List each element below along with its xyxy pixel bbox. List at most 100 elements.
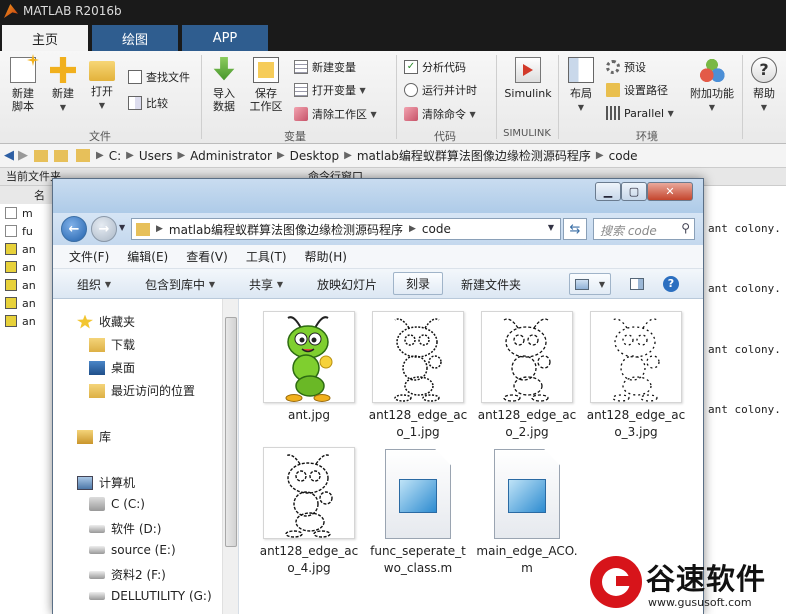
nav-drive-d[interactable]: 软件 (D:) [89,520,161,537]
menu-view[interactable]: 查看(V) [186,248,228,265]
tab-plots[interactable]: 绘图 [92,25,178,51]
file-item[interactable]: func_seperate_two_class.m [366,449,470,577]
menu-file[interactable]: 文件(F) [69,248,109,265]
path-segment[interactable]: code [609,149,638,163]
slideshow-button[interactable]: 放映幻灯片 [317,276,377,293]
new-variable-button[interactable]: 新建变量 [294,59,356,75]
nav-drive-c[interactable]: C (C:) [89,497,145,511]
help-button[interactable]: ? 帮助 ▼ [748,57,780,114]
burn-button[interactable]: 刻录 [393,272,443,295]
back-arrow-icon[interactable]: ◀ [4,148,14,163]
tab-apps[interactable]: APP [182,25,268,51]
simulink-button[interactable]: Simulink [502,57,554,100]
edge-sketch-icon [285,454,333,538]
new-script-button[interactable]: 新建 脚本 [4,54,42,113]
chevron-down-icon: ▼ [760,103,768,112]
view-options-button[interactable]: ▼ [569,273,611,295]
path-segment[interactable]: Users [139,149,173,163]
nav-drive-e[interactable]: source (E:) [89,543,176,557]
addons-cubes-icon [699,57,725,83]
nav-downloads[interactable]: 下载 [89,336,135,353]
help-button[interactable]: ? [659,273,683,295]
open-button[interactable]: 打开 ▼ [86,57,118,112]
compare-button[interactable]: 比较 [128,95,168,111]
forward-arrow-icon[interactable]: ▶ [18,148,28,163]
command-window-output[interactable]: ant colony. ant colony. ant colony. ant … [700,186,786,614]
explorer-window: ▁ ▢ ✕ ← → ▼ ▶ matlab编程蚁群算法图像边缘检测源码程序 ▶ c… [52,178,704,614]
group-label-file: 文件 [89,130,111,143]
path-segment[interactable]: Administrator [190,149,272,163]
edge-image-thumbnail [263,447,355,539]
search-input[interactable]: 搜索 code ⚲ [593,218,695,240]
explorer-title-bar[interactable]: ▁ ▢ ✕ [53,179,703,213]
refresh-button[interactable]: ⇆ [563,218,587,240]
forward-button[interactable]: → [91,216,117,242]
file-item[interactable]: main_edge_ACO.m [475,449,579,577]
parallel-button[interactable]: Parallel ▼ [606,106,674,120]
clear-workspace-button[interactable]: 清除工作区 ▼ [294,106,377,122]
minimize-button[interactable]: ▁ [595,182,621,201]
scrollbar-thumb[interactable] [225,317,237,547]
tab-home[interactable]: 主页 [2,25,88,51]
clear-commands-button[interactable]: 清除命令 ▼ [404,106,476,122]
path-segment[interactable]: C: [109,149,121,163]
nav-drive-g[interactable]: DELLUTILITY (G:) [89,589,212,603]
path-segment[interactable]: Desktop [290,149,340,163]
list-item[interactable]: an [0,276,60,294]
path-separator-icon: ▶ [276,150,285,161]
explorer-address-bar[interactable]: ▶ matlab编程蚁群算法图像边缘检测源码程序 ▶ code ▼ [131,218,561,240]
preview-pane-button[interactable] [625,273,649,295]
list-item[interactable]: fu [0,222,60,240]
maximize-button[interactable]: ▢ [621,182,647,201]
share-button[interactable]: 共享 ▼ [249,276,283,293]
layout-icon [568,57,594,83]
file-item[interactable]: ant128_edge_aco_1.jpg [366,311,470,441]
include-in-library-button[interactable]: 包含到库中 ▼ [145,276,215,293]
new-folder-button[interactable]: 新建文件夹 [461,276,521,293]
nav-favorites[interactable]: 收藏夹 [77,313,135,330]
browse-folder-icon[interactable] [54,149,68,162]
new-button[interactable]: 新建 ▼ [46,57,80,114]
name-column-header[interactable]: 名 [0,186,60,204]
import-data-button[interactable]: 导入 数据 [206,57,242,113]
ribbon-divider [742,55,743,139]
nav-recent-places[interactable]: 最近访问的位置 [89,382,195,399]
path-segment[interactable]: matlab编程蚁群算法图像边缘检测源码程序 [357,147,591,164]
layout-button[interactable]: 布局 ▼ [564,57,598,114]
nav-computer[interactable]: 计算机 [77,474,135,491]
list-item[interactable]: m [0,204,60,222]
save-workspace-button[interactable]: 保存 工作区 [246,57,286,113]
recent-pages-chevron-icon[interactable]: ▼ [119,223,125,232]
open-variable-button[interactable]: 打开变量 ▼ [294,82,366,98]
current-folder-address-bar[interactable]: ◀ ▶ ▶ C: ▶ Users ▶ Administrator ▶ Deskt… [0,144,786,168]
nav-libraries[interactable]: 库 [77,428,111,445]
set-path-button[interactable]: 设置路径 [606,82,668,98]
file-item[interactable]: ant128_edge_aco_2.jpg [475,311,579,441]
path-segment[interactable]: code [422,222,451,236]
nav-drive-f[interactable]: 资料2 (F:) [89,566,166,583]
menu-edit[interactable]: 编辑(E) [127,248,168,265]
menu-help[interactable]: 帮助(H) [305,248,347,265]
list-item[interactable]: an [0,258,60,276]
list-item[interactable]: an [0,294,60,312]
file-item[interactable]: ant128_edge_aco_4.jpg [257,447,361,577]
organize-button[interactable]: 组织 ▼ [77,276,111,293]
drive-icon [89,546,105,554]
addons-button[interactable]: 附加功能 ▼ [688,57,736,114]
run-and-time-button[interactable]: 运行并计时 [404,82,477,98]
find-files-button[interactable]: 查找文件 [128,69,190,85]
analyze-code-button[interactable]: ✓ 分析代码 [404,59,466,75]
nav-desktop[interactable]: 桌面 [89,359,135,376]
back-button[interactable]: ← [61,216,87,242]
file-item[interactable]: ant.jpg [257,311,361,424]
navigation-scrollbar[interactable] [222,299,238,614]
path-segment[interactable]: matlab编程蚁群算法图像边缘检测源码程序 [169,221,403,238]
preferences-button[interactable]: 预设 [606,59,646,75]
list-item[interactable]: an [0,240,60,258]
up-folder-icon[interactable] [34,149,48,162]
chevron-down-icon[interactable]: ▼ [548,223,554,232]
file-item[interactable]: ant128_edge_aco_3.jpg [584,311,688,441]
close-button[interactable]: ✕ [647,182,693,201]
list-item[interactable]: an [0,312,60,330]
menu-tools[interactable]: 工具(T) [246,248,287,265]
